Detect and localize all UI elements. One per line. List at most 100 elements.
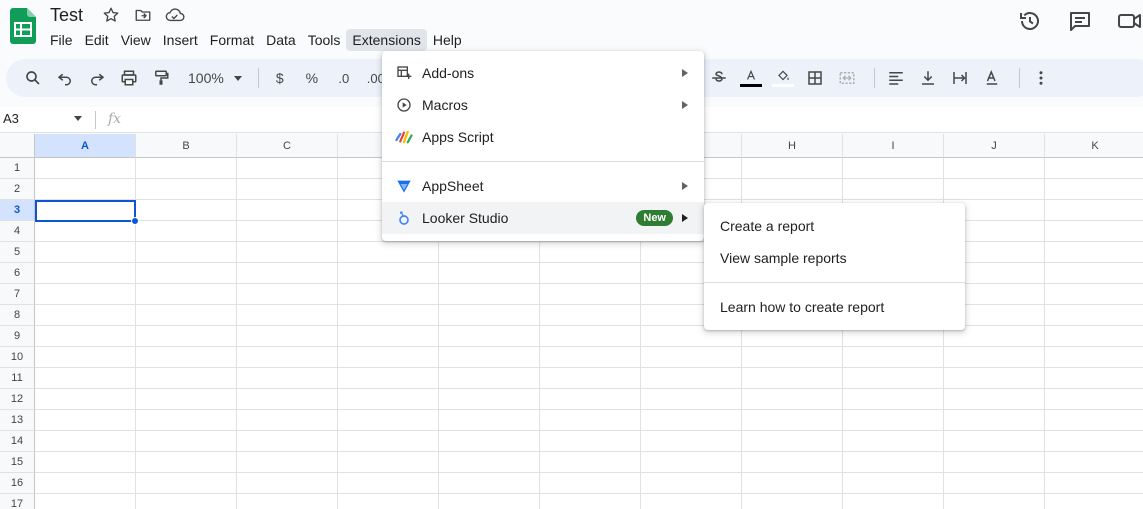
cloud-saved-icon[interactable] xyxy=(165,5,185,25)
row-header[interactable]: 16 xyxy=(0,473,35,494)
version-history-icon[interactable] xyxy=(1017,8,1043,34)
fill-handle[interactable] xyxy=(131,217,139,225)
menu-divider xyxy=(704,282,965,283)
move-folder-icon[interactable] xyxy=(133,5,153,25)
macros-icon xyxy=(395,96,413,114)
menu-item-label: Macros xyxy=(422,97,468,113)
grid-line xyxy=(35,388,1143,389)
menu-item-label: Looker Studio xyxy=(422,210,509,226)
meet-camera-icon[interactable] xyxy=(1117,8,1143,34)
comments-icon[interactable] xyxy=(1067,8,1093,34)
grid-line xyxy=(35,241,1143,242)
menu-item-label: Apps Script xyxy=(422,129,494,145)
row-header[interactable]: 14 xyxy=(0,431,35,452)
row-header[interactable]: 5 xyxy=(0,242,35,263)
name-box-dropdown-icon[interactable] xyxy=(74,116,82,121)
zoom-value: 100% xyxy=(188,70,224,86)
print-icon[interactable] xyxy=(116,64,142,92)
row-header[interactable]: 8 xyxy=(0,305,35,326)
row-header[interactable]: 4 xyxy=(0,221,35,242)
text-color-icon[interactable] xyxy=(738,64,764,92)
row-header[interactable]: 10 xyxy=(0,347,35,368)
row-header[interactable]: 17 xyxy=(0,494,35,509)
menu-format[interactable]: Format xyxy=(204,29,260,51)
search-menus-icon[interactable] xyxy=(20,64,46,92)
extensions-menu: Add-ons Macros Apps Script AppSheet Look… xyxy=(382,51,704,241)
menu-data[interactable]: Data xyxy=(260,29,302,51)
borders-icon[interactable] xyxy=(802,64,828,92)
fill-color-icon[interactable] xyxy=(770,64,796,92)
submenu-arrow-icon xyxy=(682,101,688,109)
menu-item-addons[interactable]: Add-ons xyxy=(382,57,704,89)
looker-studio-submenu: Create a report View sample reports Lear… xyxy=(704,203,965,330)
row-header[interactable]: 7 xyxy=(0,284,35,305)
row-header[interactable]: 13 xyxy=(0,410,35,431)
row-header[interactable]: 6 xyxy=(0,263,35,284)
menu-insert[interactable]: Insert xyxy=(157,29,204,51)
name-box[interactable]: A3 xyxy=(3,111,19,126)
formula-divider xyxy=(95,111,96,129)
decrease-decimal-button[interactable]: .0 xyxy=(331,64,357,92)
strikethrough-icon[interactable] xyxy=(706,64,732,92)
menu-item-view-sample-reports[interactable]: View sample reports xyxy=(704,242,965,274)
grid-line xyxy=(35,262,1143,263)
menu-file[interactable]: File xyxy=(44,29,79,51)
menu-tools[interactable]: Tools xyxy=(302,29,347,51)
row-header[interactable]: 3 xyxy=(0,200,35,221)
percent-format-button[interactable]: % xyxy=(299,64,325,92)
more-options-icon[interactable] xyxy=(1028,64,1054,92)
new-badge: New xyxy=(636,210,673,226)
menu-item-label: Add-ons xyxy=(422,65,475,81)
grid-line xyxy=(35,283,1143,284)
currency-format-button[interactable]: $ xyxy=(267,64,293,92)
toolbar-divider xyxy=(874,68,875,88)
grid-line xyxy=(35,430,1143,431)
column-header[interactable]: C xyxy=(237,134,338,158)
grid-line xyxy=(35,304,1143,305)
row-header[interactable]: 11 xyxy=(0,368,35,389)
sheets-logo-icon[interactable] xyxy=(10,8,36,44)
select-all-corner[interactable] xyxy=(0,134,35,158)
menu-item-appsheet[interactable]: AppSheet xyxy=(382,170,704,202)
submenu-arrow-icon xyxy=(682,214,688,222)
merge-cells-icon[interactable] xyxy=(834,64,860,92)
menu-view[interactable]: View xyxy=(115,29,157,51)
menu-extensions[interactable]: Extensions xyxy=(346,29,427,51)
row-header[interactable]: 1 xyxy=(0,158,35,179)
menu-item-apps-script[interactable]: Apps Script xyxy=(382,121,704,153)
selected-cell[interactable] xyxy=(35,200,136,222)
menu-item-looker-studio[interactable]: Looker Studio New xyxy=(382,202,704,234)
column-header[interactable]: B xyxy=(136,134,237,158)
menu-item-macros[interactable]: Macros xyxy=(382,89,704,121)
star-icon[interactable] xyxy=(101,5,121,25)
undo-icon[interactable] xyxy=(52,64,78,92)
fx-icon: fx xyxy=(108,111,122,127)
horizontal-align-icon[interactable] xyxy=(883,64,909,92)
column-header[interactable]: A xyxy=(35,134,136,158)
menu-help[interactable]: Help xyxy=(427,29,468,51)
menu-item-learn-create-report[interactable]: Learn how to create report xyxy=(704,291,965,323)
column-header[interactable]: H xyxy=(742,134,843,158)
column-header[interactable]: J xyxy=(944,134,1045,158)
menu-edit[interactable]: Edit xyxy=(79,29,115,51)
addons-icon xyxy=(395,64,413,82)
redo-icon[interactable] xyxy=(84,64,110,92)
grid-line xyxy=(35,346,1143,347)
paint-format-icon[interactable] xyxy=(148,64,174,92)
grid-line xyxy=(35,472,1143,473)
grid-line xyxy=(35,493,1143,494)
document-title[interactable]: Test xyxy=(50,5,83,26)
row-header[interactable]: 2 xyxy=(0,179,35,200)
column-header[interactable]: K xyxy=(1045,134,1143,158)
text-wrapping-icon[interactable] xyxy=(947,64,973,92)
text-rotation-icon[interactable] xyxy=(979,64,1005,92)
row-header[interactable]: 9 xyxy=(0,326,35,347)
row-header[interactable]: 12 xyxy=(0,389,35,410)
menu-item-create-report[interactable]: Create a report xyxy=(704,210,965,242)
column-header[interactable]: I xyxy=(843,134,944,158)
zoom-select[interactable]: 100% xyxy=(188,70,242,86)
grid-line xyxy=(35,367,1143,368)
row-header[interactable]: 15 xyxy=(0,452,35,473)
toolbar-divider xyxy=(1019,68,1020,88)
vertical-align-icon[interactable] xyxy=(915,64,941,92)
